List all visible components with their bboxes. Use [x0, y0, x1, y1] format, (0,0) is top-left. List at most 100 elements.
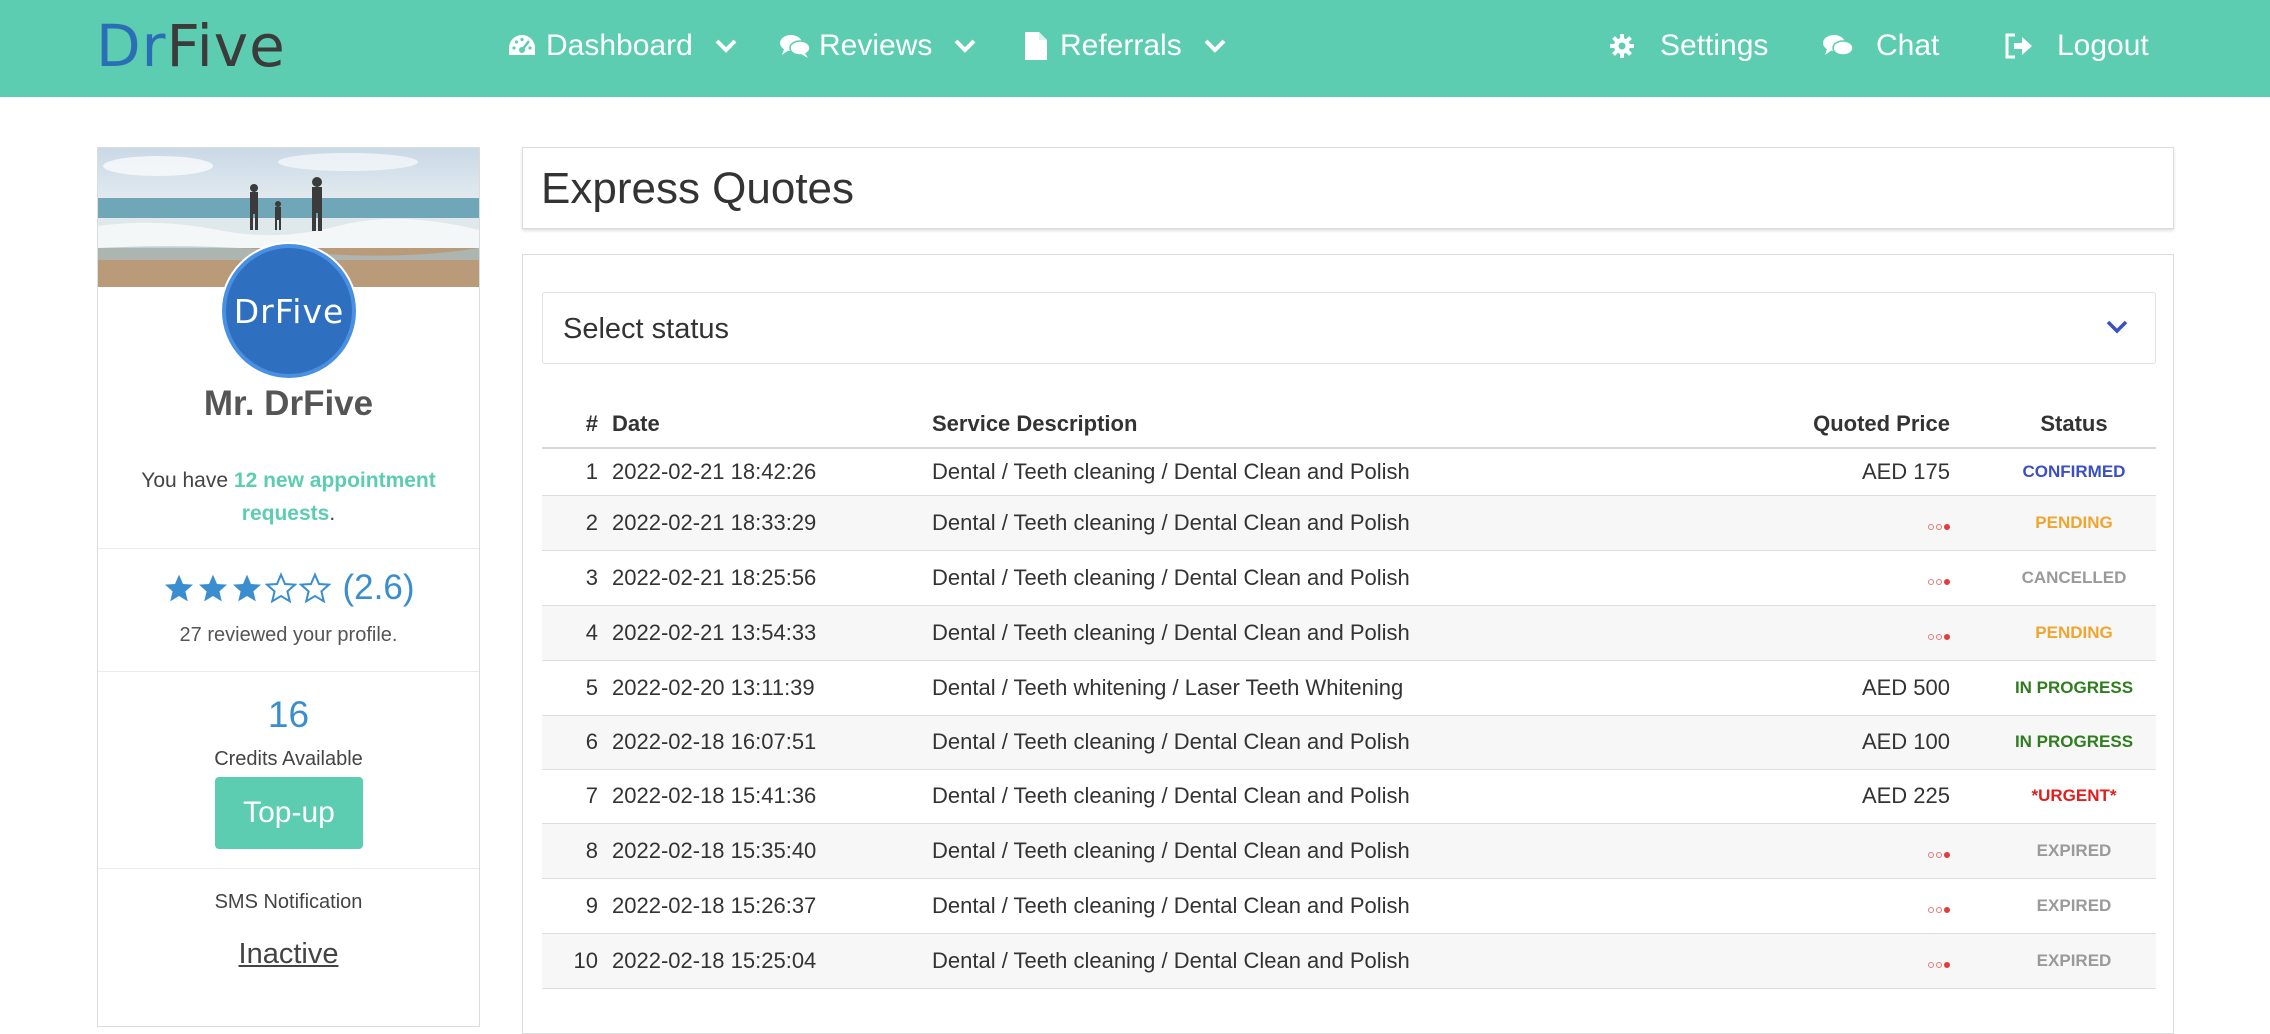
divider: [98, 671, 479, 672]
row-status: EXPIRED: [1992, 933, 2156, 989]
comments-icon: [779, 30, 811, 62]
logo-five-text: Five: [166, 12, 286, 80]
col-header-date[interactable]: Date: [612, 390, 932, 449]
row-description: Dental / Teeth cleaning / Dental Clean a…: [932, 715, 1692, 770]
table-row[interactable]: 3 2022-02-21 18:25:56 Dental / Teeth clean…: [542, 550, 2156, 606]
row-number: 6: [542, 715, 612, 770]
row-status: EXPIRED: [1992, 823, 2156, 879]
table-row[interactable]: 10 2022-02-18 15:25:04 Dental / Teeth clea…: [542, 933, 2156, 989]
chat-icon: [1822, 30, 1854, 62]
row-date: 2022-02-18 15:26:37: [612, 878, 932, 934]
gear-icon: [1606, 30, 1638, 62]
status-select[interactable]: Select status: [542, 292, 2156, 364]
loading-dots-icon: [1928, 851, 1950, 858]
table-row[interactable]: 5 2022-02-20 13:11:39 Dental / Teeth white…: [542, 660, 2156, 716]
row-status: CANCELLED: [1992, 550, 2156, 606]
appt-prefix: You have: [141, 469, 234, 492]
divider: [98, 548, 479, 549]
nav-referrals[interactable]: Referrals: [1020, 24, 1226, 68]
user-name: Mr. DrFive: [203, 384, 374, 423]
nav-reviews-label: Reviews: [819, 29, 933, 62]
row-price: [1692, 495, 1992, 551]
top-navbar: DrFive Dashboard Reviews Referrals Setti…: [0, 0, 2270, 97]
logout-icon: [2003, 30, 2035, 62]
row-number: 9: [542, 878, 612, 934]
row-status: PENDING: [1992, 495, 2156, 551]
table-row[interactable]: 7 2022-02-18 15:41:36 Dental / Teeth clean…: [542, 769, 2156, 824]
row-date: 2022-02-21 18:33:29: [612, 495, 932, 551]
credits-count: 16: [267, 694, 310, 735]
row-number: 7: [542, 769, 612, 824]
drfive-logo[interactable]: DrFive: [96, 16, 286, 76]
row-description: Dental / Teeth cleaning / Dental Clean a…: [932, 933, 1692, 989]
nav-chat[interactable]: Chat: [1822, 24, 1939, 68]
row-date: 2022-02-20 13:11:39: [612, 660, 932, 716]
row-price: AED 500: [1692, 660, 1992, 716]
topup-label: Top-up: [243, 796, 335, 829]
nav-chat-label: Chat: [1876, 29, 1940, 62]
row-price: [1692, 933, 1992, 989]
row-date: 2022-02-21 13:54:33: [612, 605, 932, 661]
sms-notification-label: SMS Notification: [214, 891, 363, 913]
col-header-price[interactable]: Quoted Price: [1692, 390, 1992, 449]
chevron-down-icon: [1204, 35, 1226, 57]
chevron-down-icon: [715, 35, 737, 57]
table-row[interactable]: 2 2022-02-21 18:33:29 Dental / Teeth clean…: [542, 495, 2156, 551]
row-date: 2022-02-18 15:35:40: [612, 823, 932, 879]
row-description: Dental / Teeth cleaning / Dental Clean a…: [932, 550, 1692, 606]
table-row[interactable]: 6 2022-02-18 16:07:51 Dental / Teeth clean…: [542, 715, 2156, 770]
row-date: 2022-02-18 15:25:04: [612, 933, 932, 989]
row-number: 5: [542, 660, 612, 716]
topup-button[interactable]: Top-up: [215, 777, 363, 849]
star-filled-icon: [198, 574, 227, 602]
row-number: 8: [542, 823, 612, 879]
row-date: 2022-02-21 18:42:26: [612, 448, 932, 496]
logo-dr-text: Dr: [96, 12, 167, 80]
reviewed-count: 27 reviewed your profile.: [179, 624, 398, 646]
row-number: 2: [542, 495, 612, 551]
loading-dots-icon: [1928, 578, 1950, 585]
row-price: AED 225: [1692, 769, 1992, 824]
nav-reviews[interactable]: Reviews: [779, 24, 976, 68]
chevron-down-icon: [954, 35, 976, 57]
credits-label: Credits Available: [214, 748, 363, 770]
loading-dots-icon: [1928, 961, 1950, 968]
page-title: Express Quotes: [541, 164, 855, 213]
loading-dots-icon: [1928, 523, 1950, 530]
row-status: PENDING: [1992, 605, 2156, 661]
nav-dashboard[interactable]: Dashboard: [506, 24, 737, 68]
row-date: 2022-02-18 16:07:51: [612, 715, 932, 770]
row-status: *URGENT*: [1992, 769, 2156, 824]
row-price: [1692, 823, 1992, 879]
row-status: IN PROGRESS: [1992, 715, 2156, 770]
nav-settings[interactable]: Settings: [1606, 24, 1768, 68]
avatar[interactable]: DrFive: [222, 244, 356, 378]
col-header-description[interactable]: Service Description: [932, 390, 1692, 449]
table-row[interactable]: 1 2022-02-21 18:42:26 Dental / Teeth clean…: [542, 448, 2156, 496]
rating-score: (2.6): [342, 568, 415, 607]
col-header-number[interactable]: #: [542, 390, 612, 449]
col-header-status[interactable]: Status: [1992, 390, 2156, 449]
row-date: 2022-02-21 18:25:56: [612, 550, 932, 606]
nav-logout[interactable]: Logout: [2003, 24, 2149, 68]
row-description: Dental / Teeth cleaning / Dental Clean a…: [932, 878, 1692, 934]
table-row[interactable]: 8 2022-02-18 15:35:40 Dental / Teeth clean…: [542, 823, 2156, 879]
rating: (2.6): [98, 568, 479, 608]
row-status: IN PROGRESS: [1992, 660, 2156, 716]
row-number: 3: [542, 550, 612, 606]
table-row[interactable]: 9 2022-02-18 15:26:37 Dental / Teeth clean…: [542, 878, 2156, 934]
appt-suffix: .: [329, 502, 336, 525]
nav-logout-label: Logout: [2057, 29, 2149, 62]
nav-dashboard-label: Dashboard: [546, 29, 693, 62]
quotes-panel: Select status # Date Service Description…: [522, 254, 2174, 1034]
table-row[interactable]: 4 2022-02-21 13:54:33 Dental / Teeth clean…: [542, 605, 2156, 661]
row-description: Dental / Teeth cleaning / Dental Clean a…: [932, 605, 1692, 661]
row-price: AED 100: [1692, 715, 1992, 770]
row-date: 2022-02-18 15:41:36: [612, 769, 932, 824]
nav-referrals-label: Referrals: [1060, 29, 1182, 62]
chevron-down-icon: [2105, 319, 2129, 340]
divider: [98, 868, 479, 869]
row-status: EXPIRED: [1992, 878, 2156, 934]
table-header-row: # Date Service Description Quoted Price …: [542, 390, 2156, 449]
sms-status-link[interactable]: Inactive: [98, 938, 479, 971]
